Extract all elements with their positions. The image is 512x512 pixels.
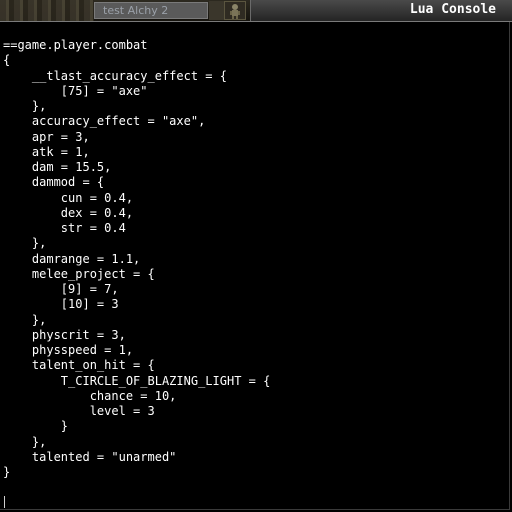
console-line: talent_on_hit = {: [3, 358, 155, 373]
console-line: },: [3, 99, 47, 113]
console-line: {: [3, 53, 11, 68]
console-line: talented = "unarmed": [3, 449, 177, 464]
console-line: T_CIRCLE_OF_BLAZING_LIGHT = {: [3, 373, 271, 388]
console-line: dex = 0.4,: [3, 205, 134, 220]
console-line: },: [3, 236, 47, 251]
game-hud-strip: test Alchy 2 Lua Console: [0, 0, 512, 21]
console-line: apr = 3,: [3, 129, 90, 144]
input-caret[interactable]: [4, 496, 5, 508]
console-line: cun = 0.4,: [3, 190, 134, 205]
console-line: __tlast_accuracy_effect = {: [3, 68, 227, 83]
console-line: }: [3, 465, 11, 479]
console-line: chance = 10,: [3, 388, 177, 403]
player-name-tab[interactable]: test Alchy 2: [94, 2, 208, 19]
console-line: physcrit = 3,: [3, 327, 126, 342]
console-line: },: [3, 434, 47, 449]
lua-console-screen: test Alchy 2 Lua Console ==game.player.c…: [0, 0, 512, 512]
console-line: melee_project = {: [3, 266, 155, 281]
character-portrait-icon[interactable]: [224, 1, 246, 20]
console-titlebar[interactable]: Lua Console: [250, 0, 512, 21]
console-output-area[interactable]: ==game.player.combat{ __tlast_accuracy_e…: [0, 22, 510, 510]
player-name-label: test Alchy 2: [103, 4, 169, 17]
console-line: [75] = "axe": [3, 83, 148, 98]
console-line: atk = 1,: [3, 144, 90, 159]
console-line: accuracy_effect = "axe",: [3, 114, 206, 129]
console-output: ==game.player.combat{ __tlast_accuracy_e…: [3, 38, 270, 480]
console-title: Lua Console: [409, 2, 496, 17]
console-line: damrange = 1.1,: [3, 251, 141, 266]
console-line: dam = 15.5,: [3, 160, 112, 174]
console-line: ==game.player.combat: [3, 38, 148, 52]
console-line: [10] = 3: [3, 297, 119, 312]
console-line: },: [3, 312, 47, 327]
console-line: dammod = {: [3, 175, 105, 190]
console-line: }: [3, 419, 69, 434]
hud-decoration: [0, 0, 94, 21]
console-line: physspeed = 1,: [3, 343, 134, 357]
console-line: level = 3: [3, 404, 155, 418]
console-line: str = 0.4: [3, 221, 126, 235]
console-line: [9] = 7,: [3, 282, 119, 296]
